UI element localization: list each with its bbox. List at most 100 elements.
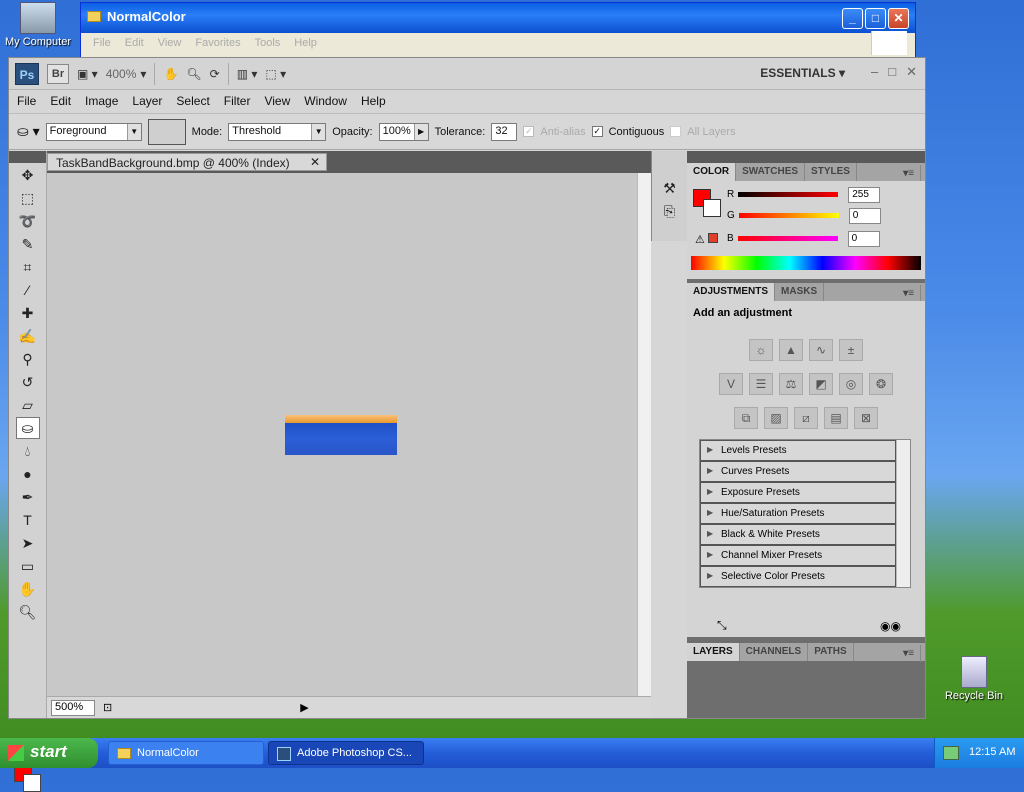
color-balance-icon[interactable]: ⚖ [779,373,803,395]
panel-menu-icon[interactable]: ▾≡ [897,165,921,182]
opacity-field[interactable]: 100% ▶ [378,122,429,141]
color-spectrum-bar[interactable] [691,256,921,270]
path-selection-tool-icon[interactable]: ➤ [16,532,40,554]
list-item[interactable]: Curves Presets [700,461,896,482]
antialias-checkbox[interactable]: ✓ [523,126,535,137]
curves-icon[interactable]: ∿ [809,339,833,361]
tolerance-field[interactable]: 32 [491,122,518,141]
canvas[interactable] [47,173,637,696]
menu-window[interactable]: Window [304,94,347,109]
arrange-documents-button[interactable]: ▥ ▾ [237,67,258,81]
explorer-menu-file[interactable]: File [93,37,111,51]
menu-select[interactable]: Select [176,94,209,109]
arrow-right-icon[interactable]: ▶ [413,123,428,140]
tab-swatches[interactable]: SWATCHES [736,163,806,181]
ps-minimize-button[interactable]: – [871,64,878,80]
document-tab[interactable]: TaskBandBackground.bmp @ 400% (Index) ✕ [47,153,327,171]
brush-tool-icon[interactable]: ✍ [16,325,40,347]
mode-select[interactable]: Threshold ▼ [228,122,327,141]
workspace-switcher[interactable]: ESSENTIALS ▾ [760,66,845,80]
ps-close-button[interactable]: ✕ [906,64,917,80]
clock[interactable]: 12:15 AM [969,746,1015,758]
list-item[interactable]: Channel Mixer Presets [700,545,896,566]
menu-image[interactable]: Image [85,94,118,109]
explorer-menu-edit[interactable]: Edit [125,37,144,51]
menu-filter[interactable]: Filter [224,94,251,109]
blue-field[interactable]: 0 [847,230,880,247]
levels-icon[interactable]: ▲ [779,339,803,361]
close-button[interactable]: ✕ [888,8,909,29]
rotate-view-button[interactable]: ⟳ [210,67,220,81]
tab-masks[interactable]: MASKS [775,283,825,301]
tab-styles[interactable]: STYLES [805,163,857,181]
hand-tool-button[interactable]: ✋ [163,67,178,81]
menu-edit[interactable]: Edit [50,94,71,109]
lasso-tool-icon[interactable]: ➰ [16,210,40,232]
healing-brush-tool-icon[interactable]: ✚ [16,302,40,324]
posterize-icon[interactable]: ▨ [764,407,788,429]
type-tool-icon[interactable]: T [16,509,40,531]
menu-file[interactable]: File [17,94,36,109]
background-color-swatch[interactable] [23,774,41,792]
eraser-tool-icon[interactable]: ▱ [16,394,40,416]
bridge-button[interactable]: Br [47,63,69,84]
tray-network-icon[interactable] [943,746,959,760]
clone-source-icon[interactable]: ⎘ [658,200,682,222]
paint-bucket-tool-icon[interactable]: ⛀ [15,417,40,439]
close-document-icon[interactable]: ✕ [310,155,320,169]
panel-menu-icon[interactable]: ▾≡ [897,645,921,662]
red-slider[interactable] [738,192,839,197]
taskbar-button-explorer[interactable]: NormalColor [108,741,264,765]
recycle-bin-icon[interactable]: Recycle Bin [936,656,1012,702]
fill-source-select[interactable]: Foreground ▼ [45,122,142,141]
pattern-swatch[interactable] [147,118,186,145]
tools-panel-header[interactable] [9,151,46,163]
list-item[interactable]: Levels Presets [700,440,896,461]
green-field[interactable]: 0 [848,207,881,224]
list-item[interactable]: Selective Color Presets [700,566,896,587]
list-item[interactable]: Exposure Presets [700,482,896,503]
gradient-map-icon[interactable]: ▤ [824,407,848,429]
blur-tool-icon[interactable]: 💧︎ [16,440,40,462]
status-arrow-icon[interactable]: ▶ [300,701,308,714]
eyedropper-tool-icon[interactable]: ⁄ [16,279,40,301]
taskbar-button-photoshop[interactable]: Adobe Photoshop CS... [268,741,424,765]
expand-view-icon[interactable]: ⤡ [717,618,727,633]
explorer-menu-favorites[interactable]: Favorites [195,37,240,51]
zoom-tool-icon[interactable]: 🔍︎ [16,601,40,623]
screen-mode-button[interactable]: ⬚ ▾ [265,67,286,81]
blue-slider[interactable] [737,236,838,241]
view-extras-button[interactable]: ▣ ▾ [77,67,98,81]
invert-icon[interactable]: ⧉ [734,407,758,429]
panel-menu-icon[interactable]: ▾≡ [897,285,921,302]
tab-adjustments[interactable]: ADJUSTMENTS [687,283,776,301]
threshold-icon[interactable]: ⧄ [794,407,818,429]
tab-paths[interactable]: PATHS [808,643,854,661]
hand-tool-icon[interactable]: ✋ [16,578,40,600]
explorer-menu-help[interactable]: Help [294,37,317,51]
zoom-level-select[interactable]: 400% ▾ [106,67,147,81]
photo-filter-icon[interactable]: ◎ [839,373,863,395]
panel-dock-header[interactable] [687,151,925,163]
shape-tool-icon[interactable]: ▭ [16,555,40,577]
dodge-tool-icon[interactable]: ● [16,463,40,485]
quick-selection-tool-icon[interactable]: ✎ [16,233,40,255]
zoom-tool-button[interactable]: 🔍︎ [186,67,201,81]
explorer-menu-view[interactable]: View [158,37,182,51]
history-brush-tool-icon[interactable]: ↺ [16,371,40,393]
tab-color[interactable]: COLOR [687,163,737,181]
marquee-tool-icon[interactable]: ⬚ [16,187,40,209]
ps-maximize-button[interactable]: □ [888,64,896,80]
my-computer-icon[interactable]: My Computer [0,2,76,48]
presets-scrollbar[interactable] [896,440,910,587]
menu-help[interactable]: Help [361,94,386,109]
status-zoom-field[interactable]: 500% [51,699,95,716]
vibrance-icon[interactable]: V [719,373,743,395]
tab-channels[interactable]: CHANNELS [740,643,809,661]
brightness-contrast-icon[interactable]: ☼ [749,339,773,361]
all-layers-checkbox[interactable] [670,126,682,137]
list-item[interactable]: Black & White Presets [700,524,896,545]
vertical-scrollbar[interactable] [637,173,651,696]
black-white-icon[interactable]: ◩ [809,373,833,395]
selective-color-icon[interactable]: ⊠ [854,407,878,429]
